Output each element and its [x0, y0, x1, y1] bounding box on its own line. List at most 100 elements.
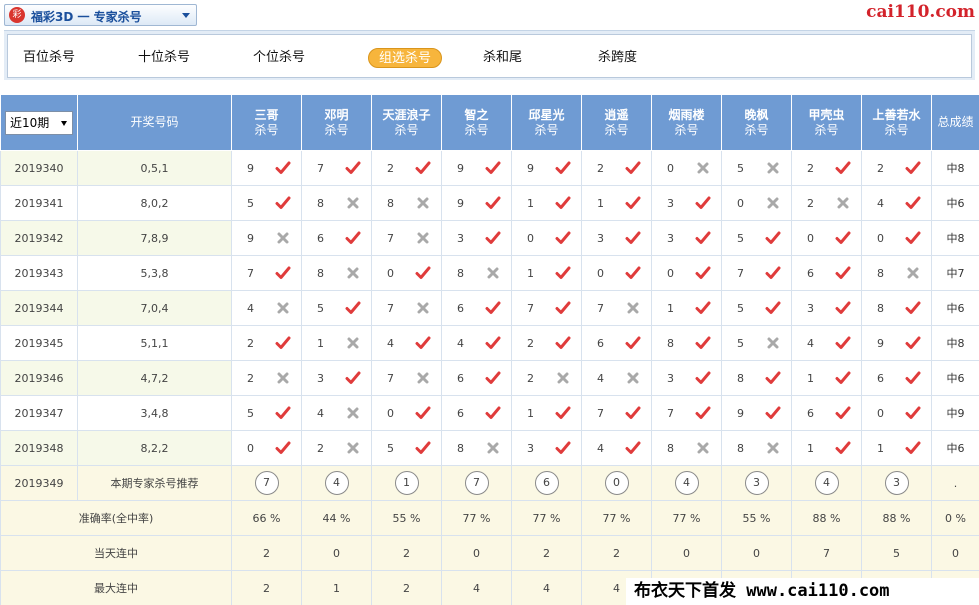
kill-cell: 3 [581, 220, 652, 256]
kill-cell: 5 [231, 185, 302, 221]
kill-number: 1 [807, 371, 814, 385]
check-icon [275, 195, 291, 211]
kill-cell: 0 [371, 395, 442, 431]
kill-number: 8 [877, 301, 884, 315]
lottery-selector[interactable]: 彩 福彩3D 一 专家杀号 [4, 4, 197, 26]
kill-number: 3 [457, 231, 464, 245]
stat-value: 2 [371, 570, 442, 605]
kill-cell: 6 [441, 290, 512, 326]
stat-value: 5 [861, 535, 932, 571]
kill-cell: 6 [791, 395, 862, 431]
stat-row: 当天连中 2 0 2 0 2 2 0 0 7 5 0 [0, 535, 979, 571]
check-icon [625, 195, 641, 211]
table-row: 2019348 8,2,2 0 2 5 8 3 4 8 8 1 1 中6 [0, 430, 979, 466]
expert-header[interactable]: 三哥 杀号 [231, 94, 302, 151]
kill-number: 9 [457, 196, 464, 210]
check-icon [765, 370, 781, 386]
kill-cell: 4 [301, 395, 372, 431]
cross-icon [765, 335, 781, 351]
period-select[interactable]: 近10期 [5, 110, 73, 135]
kill-cell: 5 [231, 395, 302, 431]
expert-header[interactable]: 逍遥 杀号 [581, 94, 652, 151]
issue-number: 2019346 [0, 360, 78, 396]
cross-icon [485, 265, 501, 281]
recommend-cell: 6 [511, 465, 582, 501]
kill-number: 5 [737, 231, 744, 245]
tab-span-kill[interactable]: 杀跨度 [598, 48, 637, 68]
check-icon [695, 370, 711, 386]
expert-header[interactable]: 晚枫 杀号 [721, 94, 792, 151]
kill-cell: 8 [721, 360, 792, 396]
kill-number: 6 [597, 336, 604, 350]
tab-group-kill[interactable]: 组选杀号 [368, 48, 443, 68]
kill-number: 4 [597, 371, 604, 385]
site-logo[interactable]: cai110.com [866, 2, 975, 22]
kill-cell: 6 [861, 360, 932, 396]
kill-number: 7 [667, 406, 674, 420]
kill-cell: 2 [371, 150, 442, 186]
kill-number: 5 [247, 196, 254, 210]
recommend-number: 7 [464, 471, 489, 495]
kill-cell: 8 [651, 430, 722, 466]
kill-number: 1 [317, 336, 324, 350]
stat-value: 0 [651, 535, 722, 571]
check-icon [555, 160, 571, 176]
kill-cell: 8 [371, 185, 442, 221]
kill-cell: 3 [511, 430, 582, 466]
cross-icon [345, 335, 361, 351]
draw-number: 7,8,9 [77, 220, 232, 256]
check-icon [275, 265, 291, 281]
kill-cell: 4 [581, 360, 652, 396]
kill-number: 3 [667, 371, 674, 385]
check-icon [835, 265, 851, 281]
kill-cell: 1 [511, 185, 582, 221]
recommend-number: 4 [674, 471, 699, 495]
tab-units-kill[interactable]: 个位杀号 [253, 48, 305, 68]
kill-number: 8 [387, 196, 394, 210]
kill-number: 1 [527, 406, 534, 420]
stat-value: 0 [301, 535, 372, 571]
kill-cell: 7 [511, 290, 582, 326]
draw-number: 8,0,2 [77, 185, 232, 221]
kill-cell: 1 [511, 255, 582, 291]
expert-header[interactable]: 邓明 杀号 [301, 94, 372, 151]
check-icon [555, 440, 571, 456]
issue-number: 2019344 [0, 290, 78, 326]
kill-cell: 1 [791, 430, 862, 466]
expert-header[interactable]: 智之 杀号 [441, 94, 512, 151]
chevron-down-icon [182, 13, 190, 18]
expert-header[interactable]: 上善若水 杀号 [861, 94, 932, 151]
expert-header[interactable]: 天涯浪子 杀号 [371, 94, 442, 151]
tab-tens-kill[interactable]: 十位杀号 [138, 48, 190, 68]
stat-value: 66 % [231, 500, 302, 536]
kill-number: 9 [457, 161, 464, 175]
recommend-cell: 7 [231, 465, 302, 501]
kill-number: 5 [247, 406, 254, 420]
tab-hundreds-kill[interactable]: 百位杀号 [23, 48, 75, 68]
kill-number: 7 [597, 301, 604, 315]
total-result: 中9 [931, 395, 979, 431]
cross-icon [625, 300, 641, 316]
period-header: 近10期 [0, 94, 78, 151]
kill-cell: 9 [721, 395, 792, 431]
check-icon [415, 335, 431, 351]
kill-number: 7 [247, 266, 254, 280]
kill-cell: 4 [581, 430, 652, 466]
check-icon [275, 160, 291, 176]
kill-number: 7 [317, 161, 324, 175]
recommend-cell: 3 [721, 465, 792, 501]
check-icon [485, 230, 501, 246]
tab-sum-tail-kill[interactable]: 杀和尾 [483, 48, 522, 68]
issue-number: 2019342 [0, 220, 78, 256]
kill-number: 4 [317, 406, 324, 420]
expert-header[interactable]: 甲壳虫 杀号 [791, 94, 862, 151]
kill-number: 1 [527, 266, 534, 280]
check-icon [905, 370, 921, 386]
expert-header[interactable]: 邱星光 杀号 [511, 94, 582, 151]
draw-number: 0,5,1 [77, 150, 232, 186]
total-result: 中8 [931, 150, 979, 186]
expert-header[interactable]: 烟雨楼 杀号 [651, 94, 722, 151]
total-result: 中7 [931, 255, 979, 291]
cross-icon [275, 230, 291, 246]
draw-number-header: 开奖号码 [77, 94, 232, 151]
